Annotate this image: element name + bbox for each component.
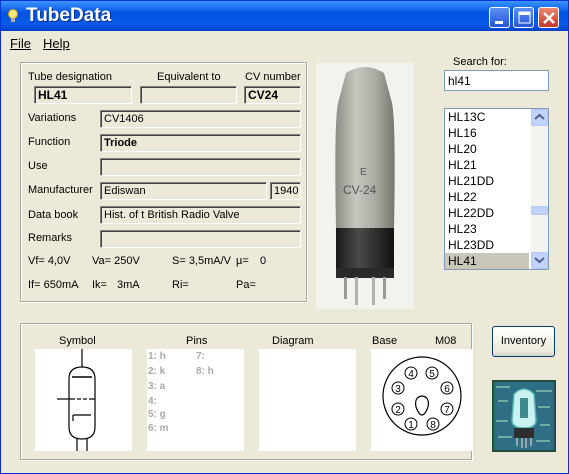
diagram-label: Diagram xyxy=(272,335,314,347)
data-book-label: Data book xyxy=(28,209,79,221)
ik-label: Ik= xyxy=(92,279,107,291)
year-field[interactable]: 1940 xyxy=(270,182,301,200)
function-label: Function xyxy=(28,136,71,148)
va-value: Va= 250V xyxy=(92,255,140,267)
tube-list-items: HL13C HL16 HL20 HL21 HL21DD HL22 HL22DD … xyxy=(445,109,529,269)
pin-entry: 8: h xyxy=(196,366,214,377)
mu-label: µ= xyxy=(236,255,249,267)
inventory-button[interactable]: Inventory xyxy=(492,326,555,357)
mu-value: 0 xyxy=(260,255,267,267)
triode-symbol-icon xyxy=(57,349,96,451)
chevron-up-icon xyxy=(534,113,545,120)
menu-file-label: File xyxy=(10,36,31,51)
if-value: If= 650mA xyxy=(28,279,79,291)
tube-logo-icon xyxy=(492,380,556,452)
scroll-thumb[interactable] xyxy=(531,206,548,215)
list-item[interactable]: HL22 xyxy=(445,189,529,205)
base-pins xyxy=(391,366,454,431)
variations-label: Variations xyxy=(28,112,77,124)
manufacturer-label: Manufacturer xyxy=(28,184,93,196)
close-button[interactable] xyxy=(538,7,559,28)
base-pin-1: 1 xyxy=(408,420,414,431)
scroll-up-button[interactable] xyxy=(531,109,548,126)
chevron-down-icon xyxy=(534,257,545,264)
remarks-label: Remarks xyxy=(28,232,73,244)
cv-number-field[interactable]: CV24 xyxy=(244,86,301,104)
menu-bar: File Help xyxy=(1,32,568,53)
list-item[interactable]: HL22DD xyxy=(445,205,529,221)
list-item[interactable]: HL23 xyxy=(445,221,529,237)
photo-marking-maker: E xyxy=(360,167,367,178)
tubedata-window: TubeData File Help Tube designation Equi… xyxy=(0,0,569,474)
pins-label: Pins xyxy=(186,335,208,347)
maximize-button[interactable] xyxy=(513,7,534,28)
menu-help-label: Help xyxy=(43,36,70,51)
scroll-down-button[interactable] xyxy=(531,252,548,269)
tube-designation-label: Tube designation xyxy=(28,71,112,83)
pin-entry: 7: xyxy=(196,351,205,362)
list-item[interactable]: HL13C xyxy=(445,109,529,125)
base-pin-2: 2 xyxy=(395,405,401,416)
cv-number-label: CV number xyxy=(245,71,301,83)
remarks-field[interactable] xyxy=(100,230,301,248)
list-scrollbar[interactable] xyxy=(531,109,548,269)
photo-marking-cv: CV-24 xyxy=(343,183,377,197)
maximize-icon xyxy=(518,11,531,24)
vf-value: Vf= 4,0V xyxy=(28,255,71,267)
tube-photo-image: E CV-24 xyxy=(335,67,395,305)
pa-label: Pa= xyxy=(236,279,256,291)
pin-entry: 3: a xyxy=(148,381,166,392)
tube-photo: E CV-24 xyxy=(316,63,414,309)
title-bar[interactable]: TubeData xyxy=(1,1,568,31)
menu-help[interactable]: Help xyxy=(43,36,70,51)
ik-value: 3mA xyxy=(117,279,140,291)
list-item[interactable]: HL16 xyxy=(445,125,529,141)
pin-entry: 2: k xyxy=(148,366,166,377)
tube-list[interactable]: HL13C HL16 HL20 HL21 HL21DD HL22 HL22DD … xyxy=(444,108,549,270)
equivalent-to-field[interactable] xyxy=(140,86,237,104)
minimize-icon xyxy=(495,21,503,24)
variations-field[interactable]: CV1406 xyxy=(100,110,301,128)
window-title: TubeData xyxy=(26,5,112,26)
list-item[interactable]: HL21DD xyxy=(445,173,529,189)
use-label: Use xyxy=(28,160,48,172)
base-label: Base xyxy=(372,335,398,347)
base-pin-7: 7 xyxy=(444,405,450,416)
lightbulb-icon xyxy=(8,9,18,22)
search-label: Search for: xyxy=(453,56,507,68)
symbol-box xyxy=(35,349,132,451)
list-item-selected[interactable]: HL41 xyxy=(445,253,529,269)
base-pin-3: 3 xyxy=(395,384,401,395)
base-type-label: M08 xyxy=(435,335,457,347)
pin-entry: 1: h xyxy=(148,351,166,362)
tube-designation-field[interactable]: HL41 xyxy=(34,86,132,104)
symbol-label: Symbol xyxy=(59,335,96,347)
base-pinout-icon: 1 2 3 4 5 6 7 8 xyxy=(382,356,462,436)
data-book-field[interactable]: Hist. of t British Radio Valve xyxy=(100,206,301,224)
pin-entry: 5: g xyxy=(148,409,166,420)
search-input[interactable]: hl41 xyxy=(444,70,549,91)
menu-file[interactable]: File xyxy=(10,36,31,51)
base-pin-8: 8 xyxy=(430,420,436,431)
close-icon xyxy=(543,12,555,24)
minimize-button[interactable] xyxy=(489,7,510,28)
function-field[interactable]: Triode xyxy=(100,134,301,152)
base-pin-4: 4 xyxy=(408,369,414,380)
use-field[interactable] xyxy=(100,158,301,176)
base-pin-5: 5 xyxy=(429,369,435,380)
manufacturer-field[interactable]: Ediswan xyxy=(100,182,267,200)
pin-entry: 6: m xyxy=(148,423,169,434)
base-box: 1 2 3 4 5 6 7 8 xyxy=(371,349,472,451)
list-item[interactable]: HL23DD xyxy=(445,237,529,253)
list-item[interactable]: HL21 xyxy=(445,157,529,173)
list-item[interactable]: HL20 xyxy=(445,141,529,157)
base-pin-6: 6 xyxy=(444,384,450,395)
diagram-box xyxy=(259,349,356,451)
equivalent-to-label: Equivalent to xyxy=(157,71,221,83)
pins-box: 1: h 2: k 3: a 4: 5: g 6: m 7: 8: h xyxy=(147,349,244,451)
pin-entry: 4: xyxy=(148,396,157,407)
ri-label: Ri= xyxy=(172,279,189,291)
s-value: S= 3,5mA/V xyxy=(172,255,232,267)
